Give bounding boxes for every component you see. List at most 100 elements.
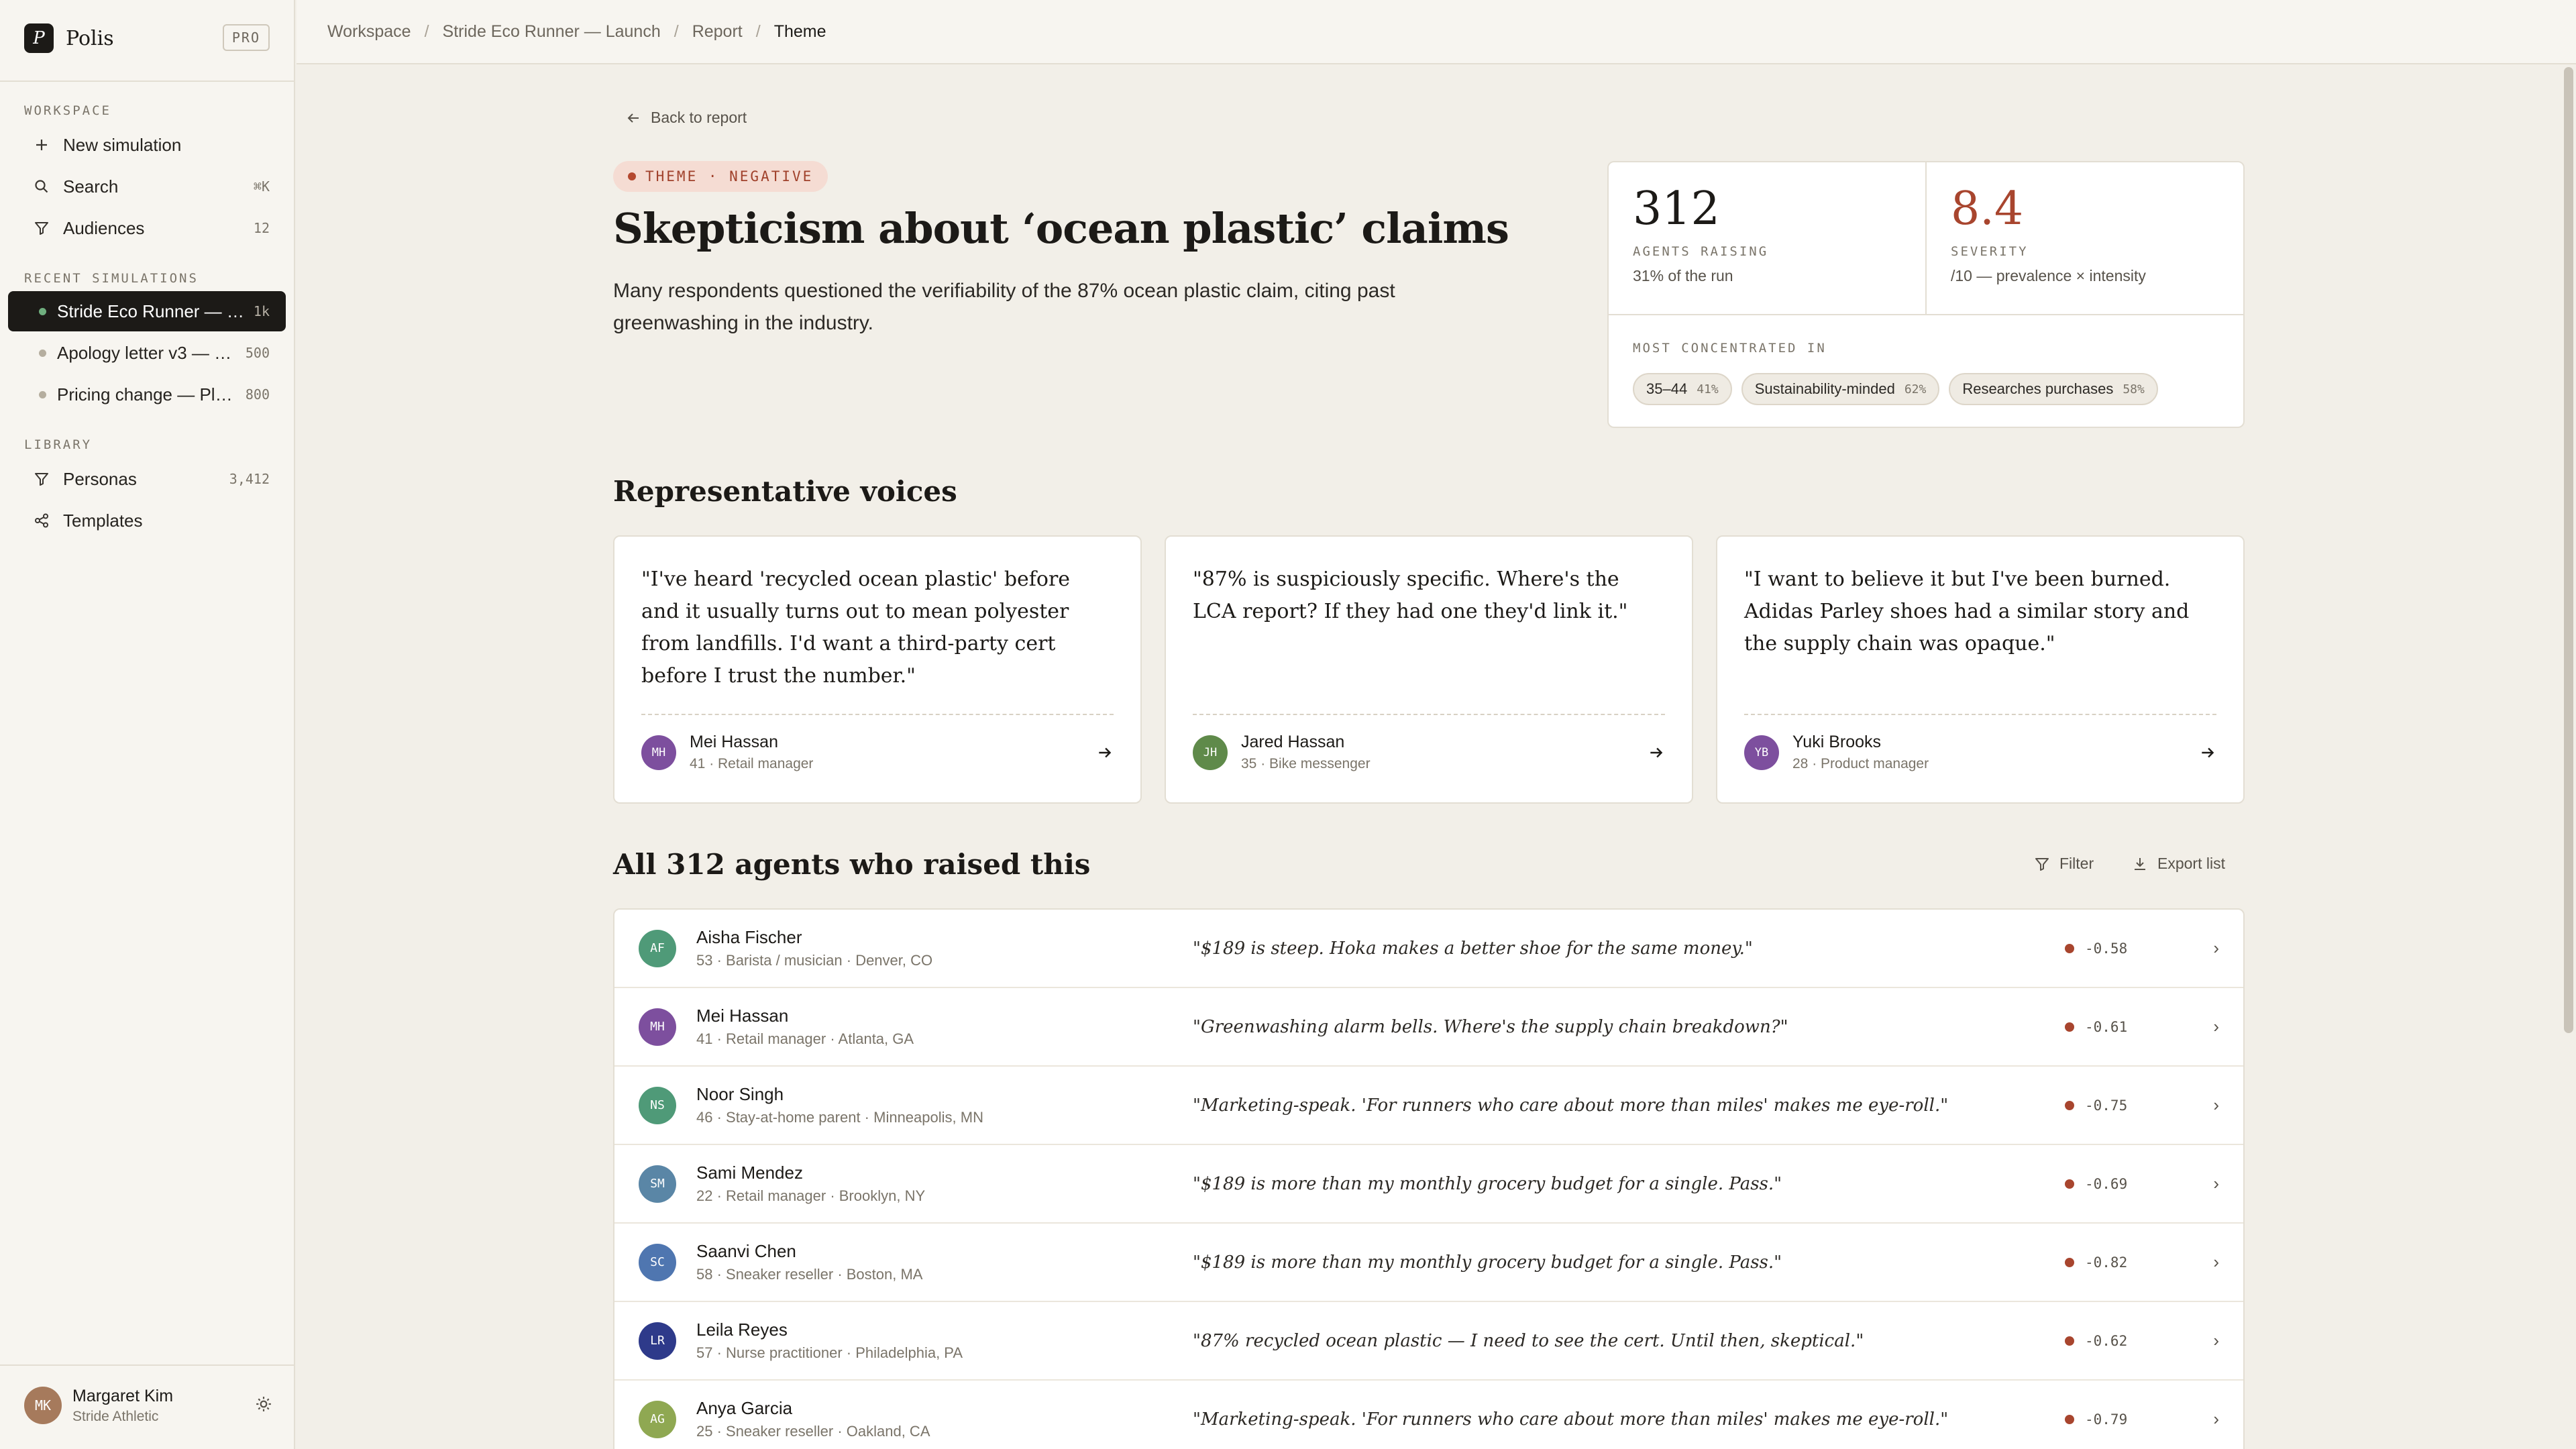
recent-simulations-heading: RECENT SIMULATIONS	[24, 271, 199, 286]
sidebar-item-audiences[interactable]: Audiences 12	[8, 208, 286, 248]
agent-name: Leila Reyes	[696, 1320, 788, 1340]
stats-card: 312 AGENTS RAISING 31% of the run 8.4 SE…	[1607, 161, 2245, 428]
table-row[interactable]: AG Anya Garcia 25 · Sneaker reseller · O…	[614, 1381, 2243, 1449]
arrow-right-icon[interactable]	[1096, 744, 1114, 761]
segment-chip[interactable]: 35–44 41%	[1633, 373, 1732, 405]
table-row[interactable]: NS Noor Singh 46 · Stay-at-home parent ·…	[614, 1067, 2243, 1145]
user-profile[interactable]: MK Margaret Kim Stride Athletic	[24, 1382, 272, 1429]
sidebar-item-count: 12	[253, 220, 270, 236]
sidebar-item-templates[interactable]: Templates	[8, 500, 286, 541]
agent-quote: "Marketing-speak. 'For runners who care …	[1193, 1095, 1949, 1116]
breadcrumb: Workspace / Stride Eco Runner — Launch /…	[297, 0, 2576, 64]
sidebar-item-simulation[interactable]: Pricing change — Plus tier 800	[8, 374, 286, 415]
agent-meta: 41 · Retail manager · Atlanta, GA	[696, 1030, 914, 1047]
breadcrumb-simulation[interactable]: Stride Eco Runner — Launch	[443, 22, 661, 42]
agents-raising-value: 312	[1633, 182, 1720, 235]
sidebar-item-count: 500	[245, 345, 270, 361]
sidebar-divider	[0, 1364, 294, 1366]
table-row[interactable]: SM Sami Mendez 22 · Retail manager · Bro…	[614, 1145, 2243, 1224]
agents-table: AF Aisha Fischer 53 · Barista / musician…	[613, 908, 2245, 1449]
agent-quote: "$189 is steep. Hoka makes a better shoe…	[1193, 938, 1753, 959]
table-row[interactable]: MH Mei Hassan 41 · Retail manager · Atla…	[614, 988, 2243, 1067]
table-row[interactable]: LR Leila Reyes 57 · Nurse practitioner ·…	[614, 1302, 2243, 1381]
export-list-button[interactable]: Export list	[2132, 855, 2225, 873]
agent-meta: 57 · Nurse practitioner · Philadelphia, …	[696, 1344, 963, 1361]
back-to-report-link[interactable]: Back to report	[625, 109, 747, 127]
agent-quote: "Greenwashing alarm bells. Where's the s…	[1193, 1016, 1788, 1037]
sidebar-item-label: Search	[63, 176, 119, 197]
sentiment-dot	[2065, 1179, 2074, 1189]
voice-card[interactable]: "I've heard 'recycled ocean plastic' bef…	[613, 535, 1142, 804]
brand[interactable]: P Polis	[24, 23, 114, 54]
avatar: JH	[1193, 735, 1228, 770]
chevron-right-icon[interactable]: ›	[2199, 938, 2219, 959]
sentiment-score: -0.58	[2065, 941, 2199, 957]
most-concentrated: MOST CONCENTRATED IN 35–44 41% Sustainab…	[1609, 314, 2243, 431]
plus-icon	[32, 136, 51, 154]
export-label: Export list	[2157, 855, 2225, 872]
agent-quote: "$189 is more than my monthly grocery bu…	[1193, 1173, 1782, 1194]
avatar: SM	[639, 1165, 676, 1203]
breadcrumb-separator: /	[755, 21, 761, 41]
sidebar-item-new-simulation[interactable]: New simulation	[8, 125, 286, 165]
segment-chip[interactable]: Sustainability-minded 62%	[1741, 373, 1940, 405]
back-label: Back to report	[651, 109, 747, 126]
theme-toggle-icon[interactable]	[255, 1395, 272, 1416]
sidebar-item-label: Personas	[63, 468, 137, 489]
voice-name: Jared Hassan	[1241, 733, 1345, 751]
agent-meta: 53 · Barista / musician · Denver, CO	[696, 952, 933, 969]
breadcrumb-workspace[interactable]: Workspace	[327, 22, 411, 42]
status-dot	[39, 390, 46, 398]
chip-label: 35–44	[1646, 380, 1688, 397]
sidebar-item-personas[interactable]: Personas 3,412	[8, 459, 286, 499]
share-icon	[32, 511, 51, 530]
filter-icon	[32, 219, 51, 237]
sentiment-score: -0.62	[2065, 1333, 2199, 1349]
avatar: YB	[1744, 735, 1779, 770]
sidebar-item-simulation[interactable]: Apology letter v3 — Customers 500	[8, 333, 286, 373]
arrow-right-icon[interactable]	[2199, 744, 2216, 761]
sidebar-item-count: 1k	[253, 303, 270, 319]
segment-chip[interactable]: Researches purchases 58%	[1949, 373, 2158, 405]
page-title: Skepticism about ‘ocean plastic’ claims	[613, 204, 1509, 253]
chip-label: Sustainability-minded	[1754, 380, 1895, 397]
chevron-right-icon[interactable]: ›	[2199, 1173, 2219, 1194]
chevron-right-icon[interactable]: ›	[2199, 1016, 2219, 1037]
voice-card[interactable]: "I want to believe it but I've been burn…	[1716, 535, 2245, 804]
table-row[interactable]: AF Aisha Fischer 53 · Barista / musician…	[614, 910, 2243, 988]
chevron-right-icon[interactable]: ›	[2199, 1409, 2219, 1430]
library-heading: LIBRARY	[24, 437, 93, 452]
chip-percent: 58%	[2123, 382, 2145, 396]
download-icon	[2135, 857, 2145, 870]
avatar: AG	[639, 1400, 676, 1438]
table-row[interactable]: SC Saanvi Chen 58 · Sneaker reseller · B…	[614, 1224, 2243, 1302]
breadcrumb-report[interactable]: Report	[692, 22, 743, 42]
user-org: Stride Athletic	[72, 1408, 159, 1424]
brand-name: Polis	[66, 26, 114, 50]
arrow-right-icon[interactable]	[1648, 744, 1665, 761]
agent-quote: "$189 is more than my monthly grocery bu…	[1193, 1252, 1782, 1273]
voice-card[interactable]: "87% is suspiciously specific. Where's t…	[1165, 535, 1693, 804]
sidebar-item-simulation[interactable]: Stride Eco Runner — Launch 1k	[8, 291, 286, 331]
agents-raising-sub: 31% of the run	[1633, 267, 1733, 284]
voice-name: Mei Hassan	[690, 733, 778, 751]
status-dot	[39, 307, 46, 315]
sidebar-item-label: Apology letter v3 — Customers	[57, 342, 236, 363]
theme-description: Many respondents questioned the verifiab…	[613, 280, 1395, 334]
sidebar-item-count: 3,412	[229, 471, 270, 487]
sentiment-dot	[2065, 1100, 2074, 1110]
sidebar-item-search[interactable]: Search ⌘K	[8, 166, 286, 207]
filter-button[interactable]: Filter	[2034, 855, 2094, 873]
voice-meta: 35 · Bike messenger	[1241, 756, 1371, 771]
avatar: MH	[641, 735, 676, 770]
avatar: SC	[639, 1243, 676, 1281]
sidebar-item-count: 800	[245, 386, 270, 402]
sidebar-item-label: New simulation	[63, 134, 182, 155]
agents-heading: All 312 agents who raised this	[613, 848, 1091, 881]
status-dot	[39, 349, 46, 357]
chevron-right-icon[interactable]: ›	[2199, 1330, 2219, 1351]
sidebar-divider	[0, 80, 294, 82]
chevron-right-icon[interactable]: ›	[2199, 1252, 2219, 1273]
scrollbar[interactable]	[2564, 67, 2573, 1033]
chevron-right-icon[interactable]: ›	[2199, 1095, 2219, 1116]
